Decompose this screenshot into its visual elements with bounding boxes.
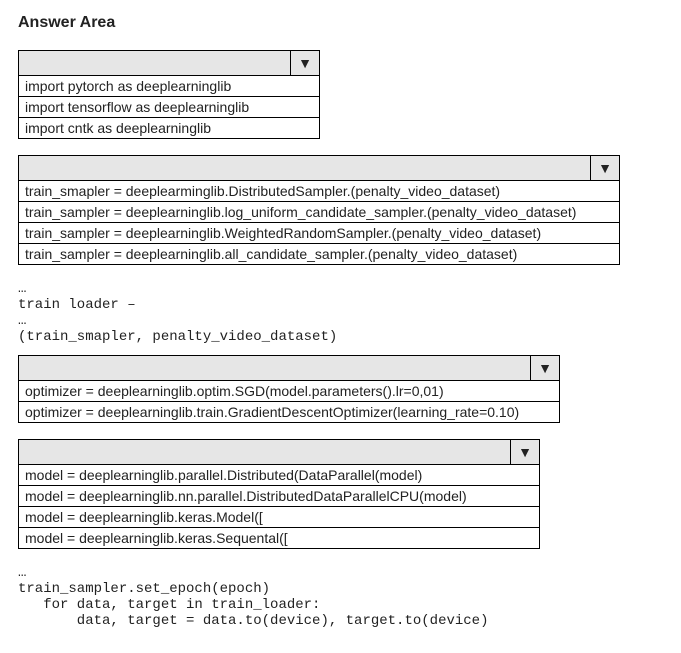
dropdown-option[interactable]: optimizer = deeplearninglib.optim.SGD(mo… [19,381,559,401]
dropdown-option[interactable]: train_sampler = deeplearninglib.log_unif… [19,201,619,222]
chevron-down-icon: ▼ [531,356,559,380]
dropdown-option[interactable]: import cntk as deeplearninglib [19,117,319,138]
dropdown-header[interactable]: ▼ [19,156,619,181]
dropdown-header[interactable]: ▼ [19,51,319,76]
dropdown-import-lib[interactable]: ▼ import pytorch as deeplearninglib impo… [18,50,320,139]
chevron-down-icon: ▼ [511,440,539,464]
dropdown-option[interactable]: train_sampler = deeplearninglib.Weighted… [19,222,619,243]
dropdown-header[interactable]: ▼ [19,440,539,465]
chevron-down-icon: ▼ [291,51,319,75]
dropdown-option[interactable]: train_smapler = deeplearminglib.Distribu… [19,181,619,201]
dropdown-option[interactable]: model = deeplearninglib.keras.Model([ [19,506,539,527]
code-snippet-epoch: … train_sampler.set_epoch(epoch) for dat… [18,565,663,629]
dropdown-option[interactable]: optimizer = deeplearninglib.train.Gradie… [19,401,559,422]
dropdown-option[interactable]: model = deeplearninglib.nn.parallel.Dist… [19,485,539,506]
dropdown-train-sampler[interactable]: ▼ train_smapler = deeplearminglib.Distri… [18,155,620,265]
dropdown-optimizer[interactable]: ▼ optimizer = deeplearninglib.optim.SGD(… [18,355,560,423]
dropdown-option[interactable]: model = deeplearninglib.parallel.Distrib… [19,465,539,485]
dropdown-model[interactable]: ▼ model = deeplearninglib.parallel.Distr… [18,439,540,549]
dropdown-option[interactable]: import pytorch as deeplearninglib [19,76,319,96]
dropdown-option[interactable]: model = deeplearninglib.keras.Sequental(… [19,527,539,548]
code-snippet-loader: … train loader – … (train_smapler, penal… [18,281,663,345]
dropdown-option[interactable]: import tensorflow as deeplearninglib [19,96,319,117]
chevron-down-icon: ▼ [591,156,619,180]
dropdown-header[interactable]: ▼ [19,356,559,381]
dropdown-option[interactable]: train_sampler = deeplearninglib.all_cand… [19,243,619,264]
page-title: Answer Area [18,14,663,32]
